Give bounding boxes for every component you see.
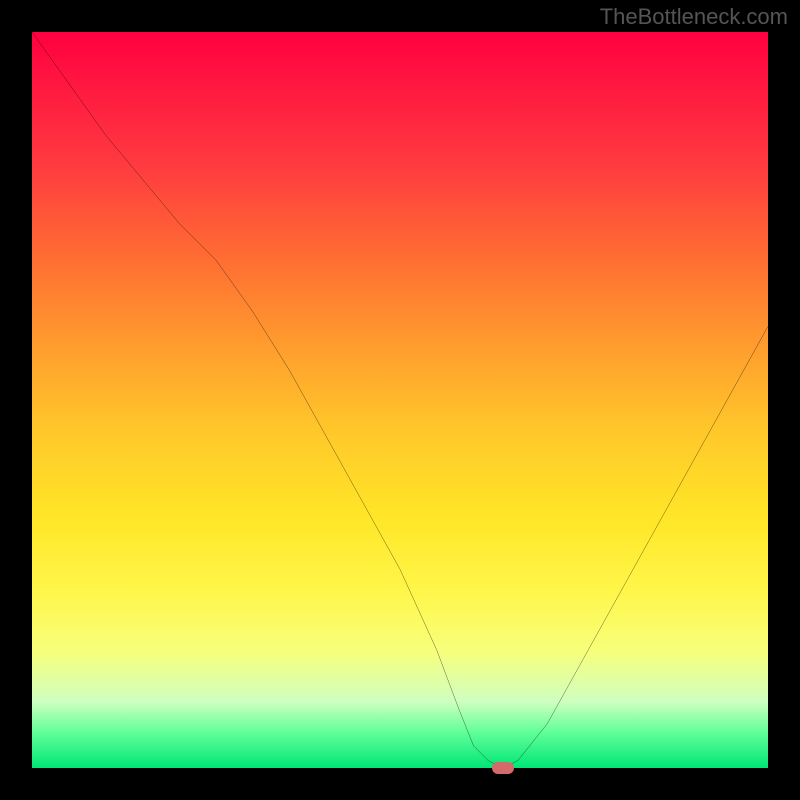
curve-path bbox=[32, 32, 768, 768]
plot-area bbox=[32, 32, 768, 768]
watermark-text: TheBottleneck.com bbox=[600, 4, 788, 30]
optimal-marker bbox=[492, 762, 514, 774]
bottleneck-curve bbox=[32, 32, 768, 768]
